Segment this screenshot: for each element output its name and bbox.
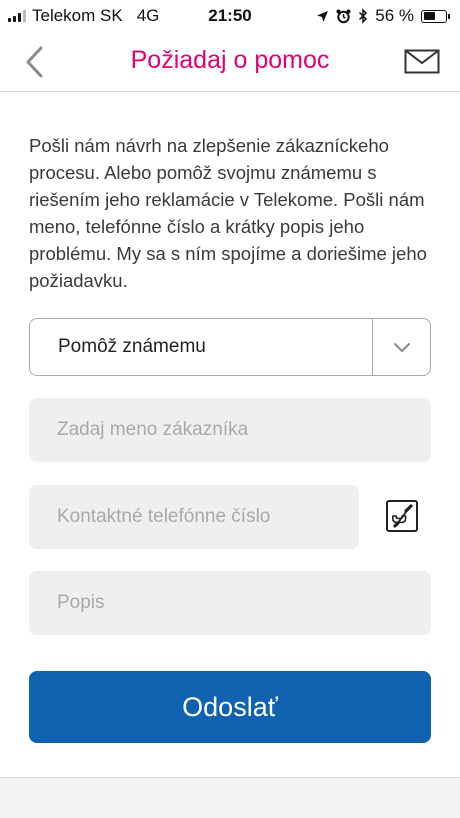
battery-fill — [423, 12, 436, 20]
battery-icon — [421, 9, 450, 23]
contacts-button[interactable] — [385, 499, 419, 533]
chevron-down-icon — [393, 342, 410, 352]
alarm-icon — [336, 9, 351, 23]
bottom-bar — [0, 777, 460, 818]
select-toggle[interactable] — [373, 319, 430, 375]
phone-book-icon — [386, 500, 418, 532]
page-title: Požiadaj o pomoc — [130, 46, 330, 74]
description-input[interactable] — [29, 571, 431, 635]
submit-button[interactable]: Odoslať — [29, 671, 431, 743]
battery-percent: 56 % — [375, 6, 414, 25]
status-bar: Telekom SK 4G 21:50 56 % — [0, 0, 460, 32]
status-right: 56 % — [316, 6, 450, 26]
request-type-select[interactable]: Pomôž známemu — [29, 318, 431, 376]
request-type-value: Pomôž známemu — [58, 336, 206, 357]
mail-button[interactable] — [402, 46, 442, 76]
phone-input[interactable] — [29, 485, 359, 549]
intro-text: Pošli nám návrh na zlepšenie zákazníckeh… — [29, 135, 427, 291]
nav-bar: Požiadaj o pomoc — [0, 32, 460, 92]
envelope-icon — [404, 49, 440, 73]
location-icon — [317, 10, 329, 22]
bluetooth-icon — [359, 8, 368, 24]
customer-name-input[interactable] — [29, 398, 431, 462]
